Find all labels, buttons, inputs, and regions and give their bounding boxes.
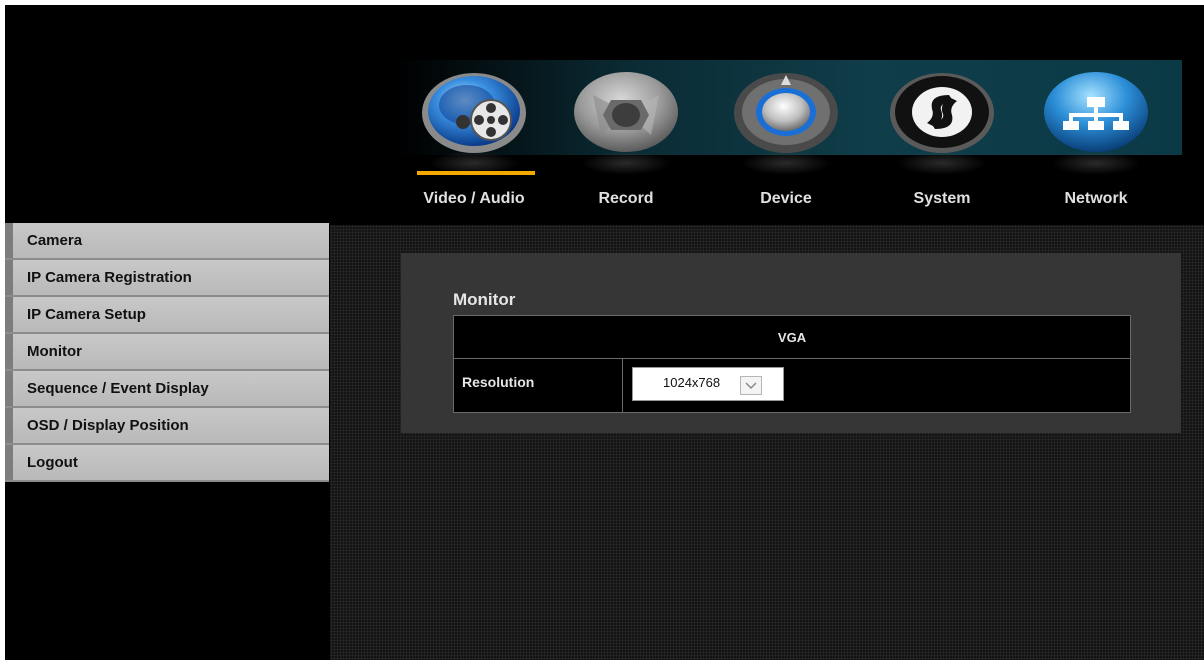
table-column-header: VGA bbox=[454, 316, 1130, 359]
film-reel-icon bbox=[419, 65, 529, 160]
sidebar-item-label: OSD / Display Position bbox=[27, 417, 189, 434]
icon-reflection bbox=[741, 151, 831, 175]
content-area: Monitor VGA Resolution 1024x768 bbox=[330, 225, 1204, 660]
sidebar-item-ip-camera-setup[interactable]: IP Camera Setup bbox=[5, 297, 329, 334]
icon-reflection bbox=[1051, 151, 1141, 175]
camera-aperture-icon bbox=[571, 65, 681, 160]
tab-label: Video / Audio bbox=[423, 190, 525, 207]
chevron-down-icon[interactable] bbox=[740, 376, 762, 395]
sidebar-item-logout[interactable]: Logout bbox=[5, 445, 329, 482]
tab-label: Device bbox=[760, 190, 812, 207]
settings-panel: Monitor VGA Resolution 1024x768 bbox=[401, 253, 1181, 433]
sidebar-item-monitor[interactable]: Monitor bbox=[5, 334, 329, 371]
resolution-label: Resolution bbox=[462, 374, 535, 390]
tab-label: Network bbox=[1064, 190, 1128, 207]
system-logo-icon bbox=[887, 65, 997, 160]
icon-reflection bbox=[581, 151, 671, 175]
tab-device[interactable]: Device bbox=[711, 65, 861, 225]
sidebar-item-label: Camera bbox=[27, 232, 83, 249]
app-frame: Video / Audio Record Device System Netwo… bbox=[5, 5, 1204, 660]
tab-label: Record bbox=[598, 190, 654, 207]
sidebar-item-osd-display-position[interactable]: OSD / Display Position bbox=[5, 408, 329, 445]
tab-video-audio[interactable]: Video / Audio bbox=[399, 65, 549, 225]
sidebar-item-label: Logout bbox=[27, 454, 78, 471]
column-divider bbox=[622, 359, 623, 412]
sidebar-menu: Camera IP Camera Registration IP Camera … bbox=[5, 223, 329, 482]
tab-record[interactable]: Record bbox=[551, 65, 701, 225]
sidebar-item-label: IP Camera Setup bbox=[27, 306, 146, 323]
sidebar-item-sequence-event-display[interactable]: Sequence / Event Display bbox=[5, 371, 329, 408]
sidebar-item-label: Sequence / Event Display bbox=[27, 380, 209, 397]
active-tab-indicator bbox=[417, 171, 535, 175]
device-dial-icon bbox=[731, 65, 841, 160]
tab-network[interactable]: Network bbox=[1021, 65, 1171, 225]
sidebar-item-label: Monitor bbox=[27, 343, 82, 360]
sidebar-item-label: IP Camera Registration bbox=[27, 269, 192, 286]
resolution-value: 1024x768 bbox=[663, 375, 721, 390]
sidebar-item-ip-camera-registration[interactable]: IP Camera Registration bbox=[5, 260, 329, 297]
tab-label: System bbox=[913, 190, 971, 207]
resolution-select[interactable]: 1024x768 bbox=[632, 367, 784, 401]
tab-system[interactable]: System bbox=[867, 65, 1017, 225]
icon-reflection bbox=[897, 151, 987, 175]
sidebar-item-camera[interactable]: Camera bbox=[5, 223, 329, 260]
network-icon bbox=[1041, 65, 1151, 160]
section-title: Monitor bbox=[453, 290, 516, 309]
settings-table: VGA Resolution 1024x768 bbox=[453, 315, 1131, 413]
